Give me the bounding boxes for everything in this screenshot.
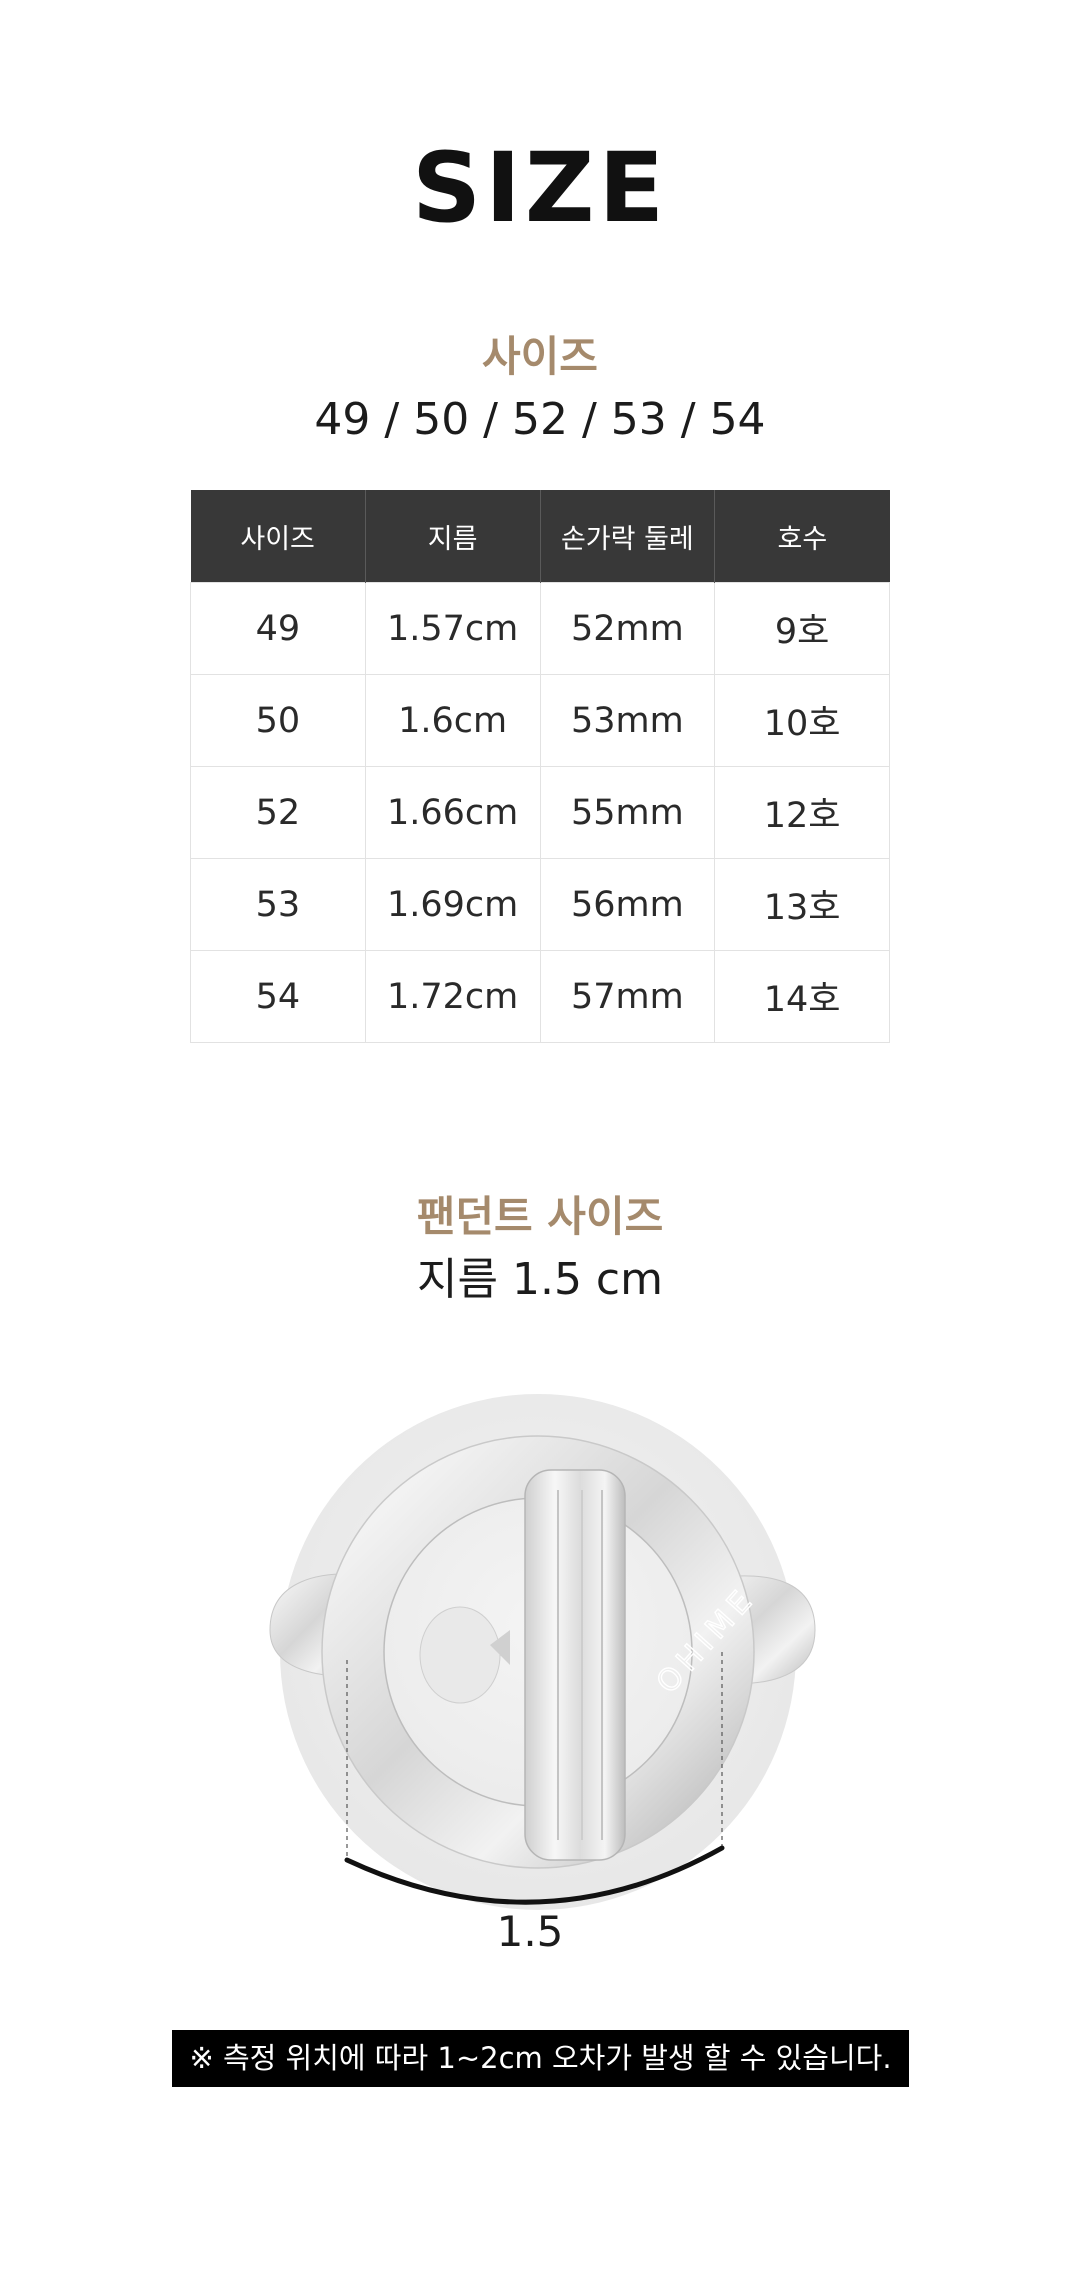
cell-diameter: 1.57cm	[364, 582, 541, 675]
cell-size: 53	[190, 858, 366, 951]
header-size: 사이즈	[190, 490, 366, 583]
table-row: 50 1.6cm 53mm 10호	[190, 674, 890, 767]
cell-diameter: 1.69cm	[364, 858, 541, 951]
cell-diameter: 1.72cm	[364, 950, 541, 1043]
cell-circumference: 52mm	[539, 582, 716, 675]
cell-ring-number: 12호	[714, 766, 890, 859]
table-row: 52 1.66cm 55mm 12호	[190, 766, 890, 859]
available-sizes-text: 49 / 50 / 52 / 53 / 54	[314, 394, 766, 445]
pendant-size-heading: 팬던트 사이즈	[416, 1192, 664, 1241]
ring-product-image: OHIME	[260, 1390, 820, 1970]
toggle-bar	[524, 1469, 626, 1861]
cell-circumference: 56mm	[539, 858, 716, 951]
page-title: SIZE	[411, 132, 669, 244]
cell-circumference: 53mm	[539, 674, 716, 767]
cell-ring-number: 13호	[714, 858, 890, 951]
cell-ring-number: 10호	[714, 674, 890, 767]
measurement-notice: ※ 측정 위치에 따라 1~2cm 오차가 발생 할 수 있습니다.	[172, 2030, 909, 2087]
cell-size: 49	[190, 582, 366, 675]
cell-ring-number: 9호	[714, 582, 890, 675]
header-finger-circumference: 손가락 둘레	[540, 490, 716, 583]
table-row: 53 1.69cm 56mm 13호	[190, 858, 890, 951]
ring-illustration: OHIME	[269, 1394, 816, 1910]
size-table: 사이즈 지름 손가락 둘레 호수 49 1.57cm 52mm 9호 50 1.…	[190, 490, 890, 1043]
cell-ring-number: 14호	[714, 950, 890, 1043]
header-diameter: 지름	[365, 490, 541, 583]
cell-size: 50	[190, 674, 366, 767]
cell-circumference: 55mm	[539, 766, 716, 859]
ring-size-heading: 사이즈	[482, 332, 598, 381]
measure-label: 1.5	[496, 1907, 564, 1956]
cell-size: 52	[190, 766, 366, 859]
cell-diameter: 1.66cm	[364, 766, 541, 859]
table-header-row: 사이즈 지름 손가락 둘레 호수	[190, 490, 890, 583]
pendant-diameter-text: 지름 1.5 cm	[417, 1254, 663, 1305]
table-row: 54 1.72cm 57mm 14호	[190, 950, 890, 1043]
header-ring-number: 호수	[714, 490, 890, 583]
cell-size: 54	[190, 950, 366, 1043]
table-row: 49 1.57cm 52mm 9호	[190, 582, 890, 675]
cell-diameter: 1.6cm	[364, 674, 541, 767]
cell-circumference: 57mm	[539, 950, 716, 1043]
